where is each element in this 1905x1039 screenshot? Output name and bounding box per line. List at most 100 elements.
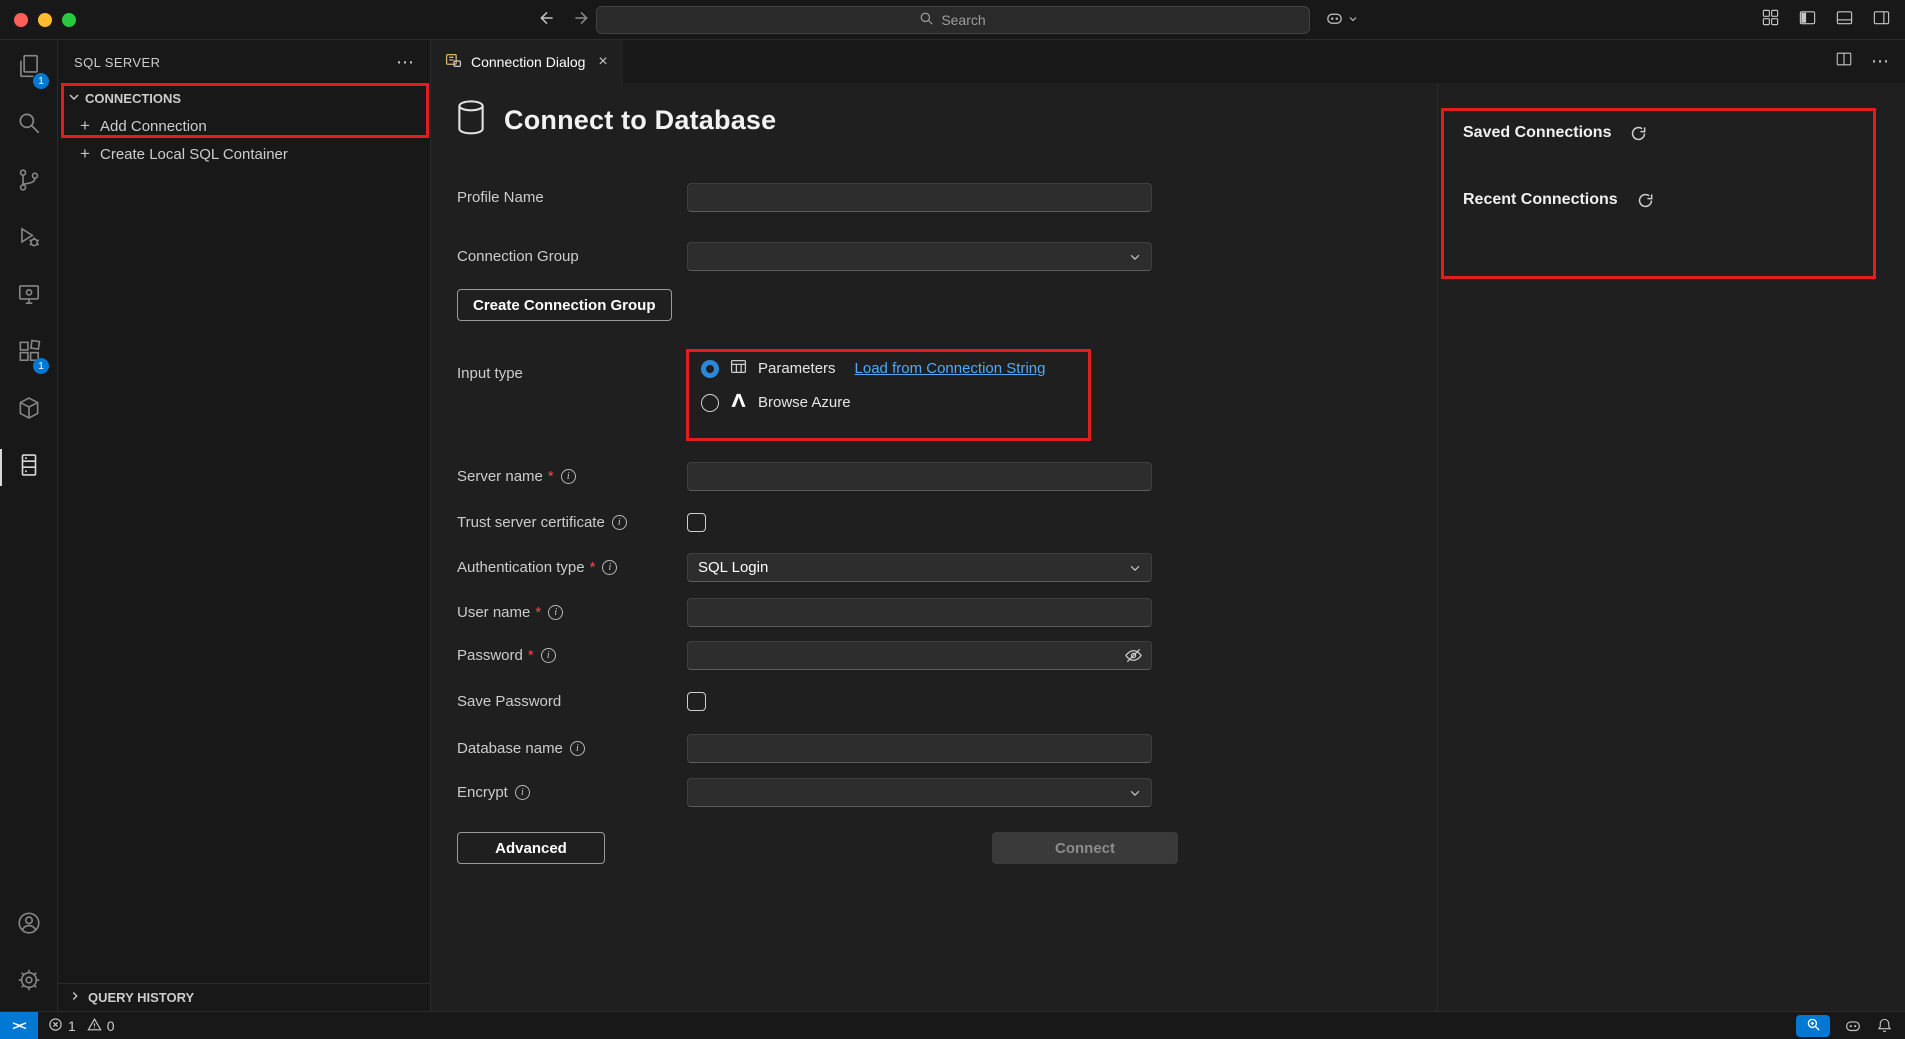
- screencast-zoom-indicator[interactable]: [1796, 1015, 1830, 1037]
- connection-group-dropdown[interactable]: [687, 242, 1152, 271]
- create-local-sql-container-label: Create Local SQL Container: [100, 146, 288, 163]
- create-local-sql-container-item[interactable]: + Create Local SQL Container: [58, 140, 430, 168]
- sidebar-item-search[interactable]: [0, 97, 57, 154]
- sidebar-item-remote-explorer[interactable]: [0, 268, 57, 325]
- database-icon: [455, 99, 487, 141]
- back-icon[interactable]: [538, 9, 556, 32]
- chevron-down-icon: [1128, 250, 1142, 268]
- chevron-right-icon: [68, 989, 82, 1006]
- chevron-down-icon: [1347, 12, 1359, 30]
- explorer-badge: 1: [33, 73, 49, 89]
- command-center-search[interactable]: Search: [596, 6, 1310, 34]
- forward-icon[interactable]: [572, 9, 590, 32]
- plus-icon: +: [78, 116, 92, 136]
- save-password-label: Save Password: [457, 693, 561, 710]
- copilot-menu[interactable]: [1325, 9, 1359, 33]
- server-name-input[interactable]: [687, 462, 1152, 491]
- copilot-status-icon[interactable]: [1844, 1017, 1862, 1035]
- maximize-window-button[interactable]: [62, 13, 76, 27]
- sidebar-more-actions-icon[interactable]: ⋯: [396, 53, 414, 71]
- toggle-password-visibility-icon[interactable]: [1124, 646, 1143, 670]
- connect-button[interactable]: Connect: [992, 832, 1178, 864]
- connection-dialog-icon: [445, 52, 462, 72]
- sidebar-item-database-projects[interactable]: [0, 382, 57, 439]
- remote-indicator[interactable]: ><: [0, 1012, 38, 1039]
- toggle-primary-sidebar-icon[interactable]: [1798, 8, 1817, 32]
- sidebar-item-source-control[interactable]: [0, 154, 57, 211]
- minimize-window-button[interactable]: [38, 13, 52, 27]
- refresh-icon[interactable]: [1637, 192, 1654, 209]
- recent-connections-title: Recent Connections: [1463, 191, 1618, 209]
- notifications-bell-icon[interactable]: [1876, 1017, 1893, 1034]
- authentication-type-dropdown[interactable]: SQL Login: [687, 553, 1152, 582]
- add-connection-item[interactable]: + Add Connection: [58, 112, 430, 140]
- parameters-radio-row: Parameters Load from Connection String: [701, 358, 1045, 379]
- split-editor-icon[interactable]: [1835, 50, 1853, 73]
- search-icon: [16, 110, 42, 141]
- required-marker: *: [590, 559, 596, 576]
- close-icon[interactable]: ×: [598, 54, 607, 70]
- remote-explorer-icon: [16, 281, 42, 312]
- sidebar-item-sql-server[interactable]: [0, 439, 57, 496]
- run-debug-icon: [16, 224, 42, 255]
- browse-azure-radio-row: Browse Azure: [701, 392, 1045, 413]
- toggle-panel-icon[interactable]: [1835, 8, 1854, 32]
- saved-connections-title: Saved Connections: [1463, 124, 1611, 142]
- settings-button[interactable]: [0, 954, 57, 1011]
- remote-icon: ><: [12, 1018, 25, 1033]
- tab-label: Connection Dialog: [471, 54, 585, 70]
- form-actions-row: Advanced Connect: [457, 832, 605, 864]
- connections-section-header[interactable]: CONNECTIONS: [58, 84, 430, 112]
- warning-count: 0: [107, 1018, 115, 1034]
- trust-server-certificate-checkbox[interactable]: [687, 513, 706, 532]
- browse-azure-radio[interactable]: [701, 394, 719, 412]
- window-controls: [14, 13, 76, 27]
- refresh-icon[interactable]: [1630, 125, 1647, 142]
- password-input[interactable]: [687, 641, 1152, 670]
- toggle-secondary-sidebar-icon[interactable]: [1872, 8, 1891, 32]
- editor-more-actions-icon[interactable]: ⋯: [1871, 51, 1889, 72]
- sidebar-item-run-debug[interactable]: [0, 211, 57, 268]
- activity-bar: 1 1: [0, 40, 58, 1011]
- sidebar-item-explorer[interactable]: 1: [0, 40, 57, 97]
- zoom-icon: [1806, 1017, 1821, 1035]
- error-count: 1: [68, 1018, 76, 1034]
- search-icon: [919, 11, 934, 29]
- profile-name-input[interactable]: [687, 183, 1152, 212]
- database-name-input[interactable]: [687, 734, 1152, 763]
- connection-group-row: Connection Group: [457, 240, 1152, 272]
- azure-icon: [730, 392, 747, 413]
- info-icon: [541, 648, 556, 663]
- info-icon: [612, 515, 627, 530]
- database-name-row: Database name: [457, 732, 1152, 764]
- trust-server-certificate-label: Trust server certificate: [457, 514, 605, 531]
- chevron-down-icon: [66, 89, 82, 108]
- encrypt-dropdown[interactable]: [687, 778, 1152, 807]
- close-window-button[interactable]: [14, 13, 28, 27]
- info-icon: [561, 469, 576, 484]
- sidebar-item-extensions[interactable]: 1: [0, 325, 57, 382]
- add-connection-label: Add Connection: [100, 118, 207, 135]
- connections-section-label: CONNECTIONS: [85, 91, 181, 106]
- tab-connection-dialog[interactable]: Connection Dialog ×: [431, 40, 623, 83]
- customize-layout-icon[interactable]: [1761, 8, 1780, 32]
- parameters-radio[interactable]: [701, 360, 719, 378]
- problems-status[interactable]: 1 0: [38, 1017, 115, 1035]
- profile-name-label: Profile Name: [457, 189, 544, 206]
- connection-group-label: Connection Group: [457, 248, 579, 265]
- load-from-connection-string-link[interactable]: Load from Connection String: [855, 360, 1046, 377]
- account-button[interactable]: [0, 897, 57, 954]
- encrypt-label: Encrypt: [457, 784, 508, 801]
- save-password-checkbox[interactable]: [687, 692, 706, 711]
- advanced-button[interactable]: Advanced: [457, 832, 605, 864]
- package-icon: [16, 395, 42, 426]
- required-marker: *: [548, 468, 554, 485]
- account-icon: [16, 910, 42, 941]
- create-connection-group-button[interactable]: Create Connection Group: [457, 289, 672, 321]
- connection-dialog-webview: Connect to Database Profile Name Connect…: [431, 83, 1905, 1011]
- chevron-down-icon: [1128, 786, 1142, 804]
- user-name-input[interactable]: [687, 598, 1152, 627]
- query-history-section-header[interactable]: QUERY HISTORY: [58, 983, 430, 1011]
- query-history-label: QUERY HISTORY: [88, 990, 194, 1005]
- chevron-down-icon: [1128, 561, 1142, 579]
